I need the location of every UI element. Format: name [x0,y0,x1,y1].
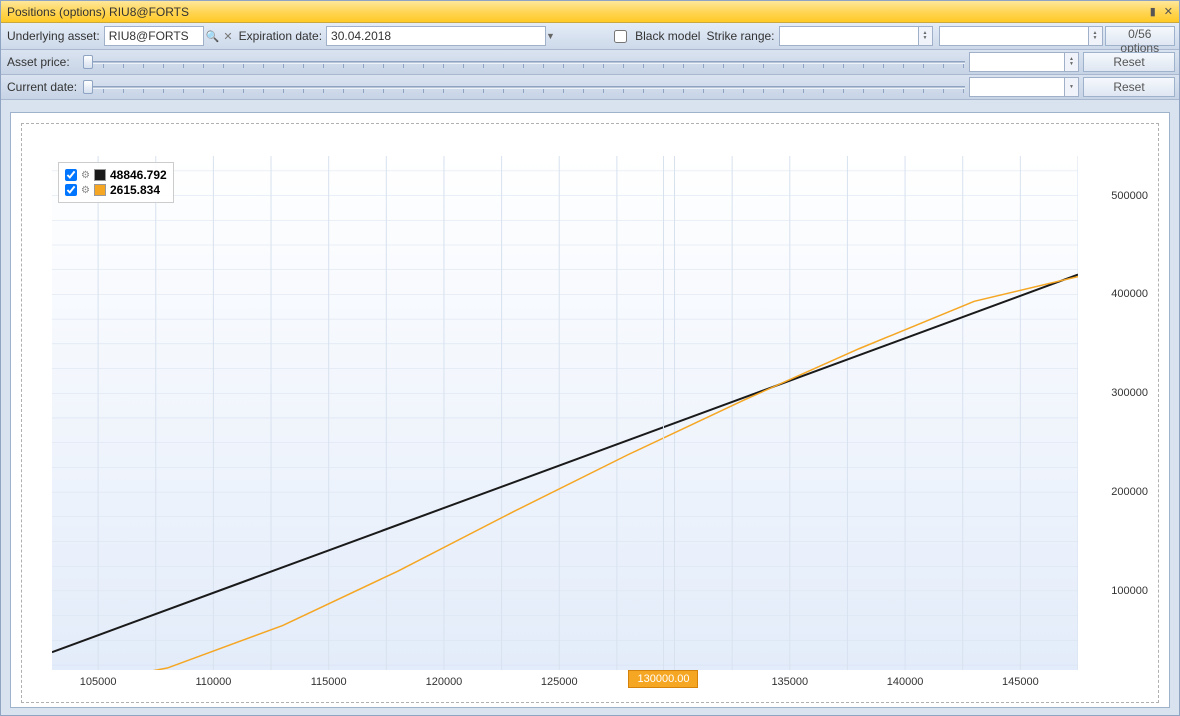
current-date-slider[interactable] [83,78,965,96]
plot-area[interactable]: ⚙ 48846.792 ⚙ 2615.834 [52,156,1078,670]
x-tick: 115000 [311,676,347,688]
chart-inner-frame: ⚙ 48846.792 ⚙ 2615.834 100000 200000 30000… [21,123,1159,703]
x-tick: 135000 [771,676,808,688]
asset-price-spinner[interactable]: ▲▼ [1065,52,1079,72]
search-icon[interactable]: 🔍 [204,30,222,43]
y-tick: 400000 [1111,288,1148,300]
x-tick: 125000 [541,676,578,688]
close-icon[interactable]: ✕ [1164,5,1173,18]
legend-row-orange: ⚙ 2615.834 [65,183,167,197]
y-tick: 500000 [1111,190,1148,202]
chart-panel: ⚙ 48846.792 ⚙ 2615.834 100000 200000 30000… [10,112,1170,708]
cursor-x-label: 130000.00 [628,670,698,688]
x-tick: 110000 [195,676,231,688]
x-tick: 120000 [426,676,463,688]
current-date-dropdown[interactable]: ▼ [1065,77,1079,97]
legend-orange-value: 2615.834 [110,183,160,197]
expiration-label: Expiration date: [239,29,322,43]
strike-range-input[interactable] [779,26,919,46]
asset-price-slider[interactable] [83,53,965,71]
extra-spinner[interactable]: ▲▼ [1089,26,1103,46]
legend-black-swatch [94,169,106,181]
strike-range-label: Strike range: [706,29,774,43]
y-tick: 100000 [1111,585,1148,597]
legend-orange-swatch [94,184,106,196]
current-date-reset-button[interactable]: Reset [1083,77,1175,97]
current-date-label: Current date: [7,80,77,94]
legend-row-black: ⚙ 48846.792 [65,168,167,182]
asset-price-reset-button[interactable]: Reset [1083,52,1175,72]
gear-icon[interactable]: ⚙ [81,185,90,196]
underlying-label: Underlying asset: [7,29,100,43]
black-model-label: Black model [635,29,700,43]
x-tick: 140000 [887,676,924,688]
underlying-asset-input[interactable] [104,26,204,46]
asset-price-row: Asset price: ▲▼ Reset [1,50,1179,75]
asset-price-label: Asset price: [7,55,77,69]
pin-icon[interactable]: ▮ [1150,5,1156,18]
window-title: Positions (options) RIU8@FORTS [7,5,189,19]
asset-price-value-input[interactable] [969,52,1065,72]
black-model-checkbox[interactable] [614,30,627,43]
x-axis: 1050001100001150001200001250001300001350… [52,676,1078,696]
legend-black-value: 48846.792 [110,168,167,182]
gear-icon[interactable]: ⚙ [81,170,90,181]
chevron-down-icon[interactable]: ▼ [546,31,558,41]
x-tick: 105000 [80,676,117,688]
strike-range-spinner[interactable]: ▲▼ [919,26,933,46]
x-tick: 145000 [1002,676,1039,688]
current-date-row: Current date: ▼ Reset [1,75,1179,100]
title-bar: Positions (options) RIU8@FORTS ▮ ✕ [1,1,1179,23]
current-date-value-combo[interactable] [969,77,1065,97]
legend-black-checkbox[interactable] [65,169,77,181]
toolbar-main: Underlying asset: 🔍 ✕ Expiration date: ▼… [1,23,1179,50]
clear-icon[interactable]: ✕ [221,30,234,43]
expiration-date-combo[interactable] [326,26,546,46]
y-tick: 300000 [1111,387,1148,399]
y-axis: 100000 200000 300000 400000 500000 [1088,156,1148,670]
legend: ⚙ 48846.792 ⚙ 2615.834 [58,162,174,203]
y-tick: 200000 [1111,486,1148,498]
extra-input[interactable] [939,26,1089,46]
legend-orange-checkbox[interactable] [65,184,77,196]
options-counter-button[interactable]: 0/56 options [1105,26,1175,46]
